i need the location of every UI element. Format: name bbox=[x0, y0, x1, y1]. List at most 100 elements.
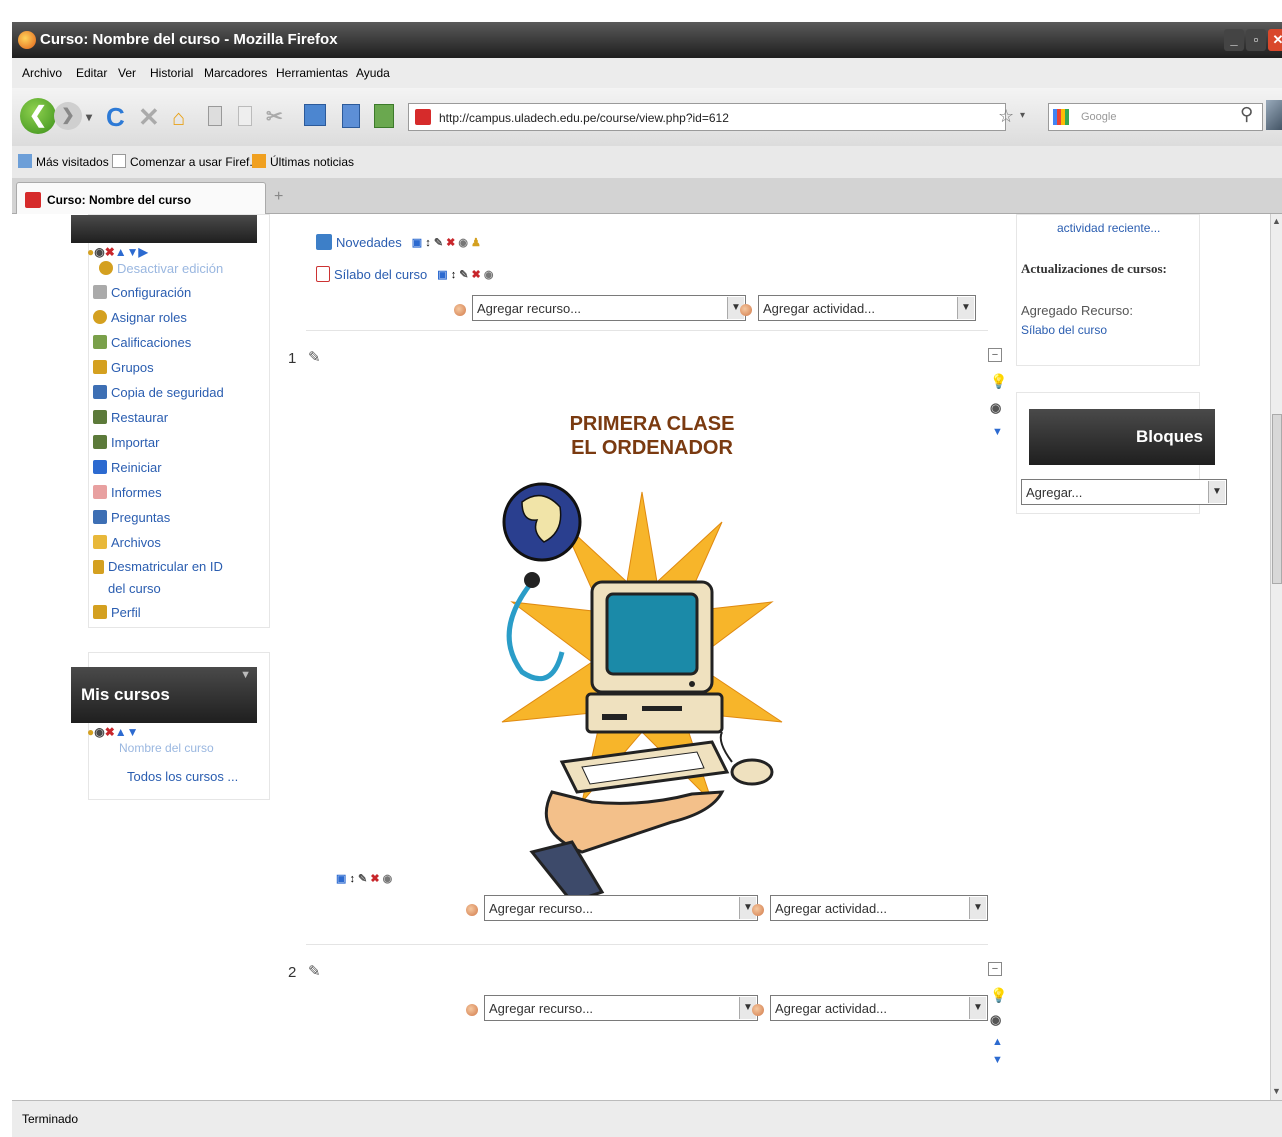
add-block-select[interactable]: Agregar... ▼ bbox=[1021, 479, 1227, 505]
admin-item-importar[interactable]: Importar bbox=[93, 431, 159, 453]
admin-item-archivos[interactable]: Archivos bbox=[93, 531, 161, 553]
hide-icon[interactable]: ◉ bbox=[458, 237, 468, 249]
minimize-button[interactable]: _ bbox=[1224, 29, 1244, 51]
indent-icon[interactable]: ▣ bbox=[412, 237, 422, 249]
hide-icon[interactable]: ◉ bbox=[383, 873, 393, 885]
section-2-collapse-icon[interactable]: − bbox=[988, 962, 1002, 976]
add-resource-select-1[interactable]: Agregar recurso... ▼ bbox=[484, 895, 758, 921]
hide-icon[interactable]: ◉ bbox=[484, 269, 494, 281]
home-icon[interactable]: ⌂ bbox=[172, 105, 185, 131]
delete-icon[interactable]: ✖ bbox=[472, 269, 481, 281]
search-icon[interactable]: ⚲ bbox=[1240, 104, 1253, 125]
section-1-collapse-icon[interactable]: − bbox=[988, 348, 1002, 362]
url-dropdown-icon[interactable]: ▾ bbox=[1020, 110, 1025, 121]
section-2-move-down-icon[interactable]: ▼ bbox=[992, 1054, 1003, 1066]
section-1-highlight-icon[interactable]: 💡 bbox=[990, 374, 1007, 390]
section-1-hide-icon[interactable]: ◉ bbox=[990, 400, 1001, 416]
forward-button[interactable]: ❯ bbox=[54, 102, 82, 130]
delete-icon[interactable]: ✖ bbox=[446, 237, 455, 249]
admin-item-calificaciones[interactable]: Calificaciones bbox=[93, 331, 191, 353]
admin-item-desmatricular[interactable]: Desmatricular en ID del curso bbox=[93, 556, 243, 600]
course-link-nombre[interactable]: Nombre del curso bbox=[119, 741, 214, 755]
menu-herramientas[interactable]: Herramientas bbox=[276, 66, 348, 80]
move-icon[interactable]: ↕ bbox=[349, 873, 355, 885]
scrollbar-thumb[interactable] bbox=[1272, 414, 1282, 584]
close-button[interactable]: ✕ bbox=[1268, 29, 1282, 51]
mc-move-icon[interactable]: ▲▼ bbox=[115, 725, 139, 739]
menu-bar: Archivo Editar Ver Historial Marcadores … bbox=[12, 58, 1282, 88]
admin-item-desactivar-edicion[interactable]: Desactivar edición bbox=[99, 257, 223, 279]
section-0: Novedades ▣ ↕ ✎ ✖ ◉ ♟ Sílabo del curso ▣… bbox=[306, 214, 986, 330]
admin-item-restaurar[interactable]: Restaurar bbox=[93, 406, 168, 428]
star-icon[interactable]: ☆ bbox=[998, 106, 1014, 127]
group-icon[interactable]: ♟ bbox=[471, 237, 481, 249]
new-tab-button[interactable]: + bbox=[274, 188, 283, 206]
bookmark-mas-visitados[interactable]: Más visitados bbox=[36, 155, 109, 169]
cut-icon[interactable]: ✂ bbox=[266, 104, 283, 129]
move-icon[interactable]: ↕ bbox=[451, 269, 457, 281]
bookmark-ultimas-noticias[interactable]: Últimas noticias bbox=[270, 155, 354, 169]
mc-delete-icon[interactable]: ✖ bbox=[105, 725, 115, 739]
admin-item-informes[interactable]: Informes bbox=[93, 481, 162, 503]
admin-item-asignar-roles[interactable]: Asignar roles bbox=[93, 306, 187, 328]
section-1-edit-icon[interactable]: ✎ bbox=[308, 348, 321, 366]
mc-hide-icon[interactable]: ◉ bbox=[94, 725, 104, 739]
recent-activity-link[interactable]: actividad reciente... bbox=[1057, 221, 1160, 235]
add-activity-select-0[interactable]: Agregar actividad... ▼ bbox=[758, 295, 976, 321]
all-courses-link[interactable]: Todos los cursos ... bbox=[127, 769, 238, 784]
admin-item-configuracion[interactable]: Configuración bbox=[93, 281, 191, 303]
unenrol-icon bbox=[93, 560, 105, 574]
silabo-link[interactable]: Sílabo del curso bbox=[334, 267, 427, 282]
add-resource-select-2[interactable]: Agregar recurso... ▼ bbox=[484, 995, 758, 1021]
copy-icon[interactable] bbox=[208, 106, 222, 126]
add-activity-select-1[interactable]: Agregar actividad... ▼ bbox=[770, 895, 988, 921]
pen-icon[interactable] bbox=[1266, 100, 1282, 130]
menu-ayuda[interactable]: Ayuda bbox=[356, 66, 390, 80]
maximize-button[interactable]: ▫ bbox=[1246, 29, 1266, 51]
admin-item-reiniciar[interactable]: Reiniciar bbox=[93, 456, 162, 478]
admin-item-grupos[interactable]: Grupos bbox=[93, 356, 154, 378]
reload-icon[interactable]: C bbox=[106, 102, 125, 133]
menu-marcadores[interactable]: Marcadores bbox=[204, 66, 267, 80]
indent-icon[interactable]: ▣ bbox=[437, 269, 447, 281]
edit-icon[interactable]: ✎ bbox=[434, 237, 443, 249]
vertical-scrollbar[interactable]: ▲ ▼ bbox=[1270, 214, 1282, 1100]
scroll-up-icon[interactable]: ▲ bbox=[1272, 216, 1281, 226]
admin-item-copia-seguridad[interactable]: Copia de seguridad bbox=[93, 381, 224, 403]
section-1-move-down-icon[interactable]: ▼ bbox=[992, 426, 1003, 438]
indent-icon[interactable]: ▣ bbox=[336, 873, 346, 885]
admin-item-perfil[interactable]: Perfil bbox=[93, 601, 141, 623]
menu-historial[interactable]: Historial bbox=[150, 66, 193, 80]
admin-item-preguntas[interactable]: Preguntas bbox=[93, 506, 170, 528]
section-2-hide-icon[interactable]: ◉ bbox=[990, 1012, 1001, 1028]
menu-archivo[interactable]: Archivo bbox=[22, 66, 62, 80]
edit-icon[interactable]: ✎ bbox=[459, 269, 468, 281]
recent-resource-link[interactable]: Sílabo del curso bbox=[1021, 323, 1107, 337]
bookmark-comenzar[interactable]: Comenzar a usar Firef... bbox=[130, 155, 259, 169]
menu-editar[interactable]: Editar bbox=[76, 66, 107, 80]
add-resource-select-0[interactable]: Agregar recurso... ▼ bbox=[472, 295, 746, 321]
search-engine-icon[interactable] bbox=[1053, 109, 1069, 125]
stop-icon[interactable]: ✕ bbox=[138, 102, 160, 133]
add-activity-select-2[interactable]: Agregar actividad... ▼ bbox=[770, 995, 988, 1021]
scroll-down-icon[interactable]: ▼ bbox=[1272, 1086, 1281, 1096]
search-input[interactable]: Google bbox=[1048, 103, 1263, 131]
download-icon[interactable] bbox=[374, 104, 394, 128]
section-2-move-up-icon[interactable]: ▲ bbox=[992, 1036, 1003, 1048]
move-icon[interactable]: ↕ bbox=[425, 237, 431, 249]
novedades-link[interactable]: Novedades bbox=[336, 235, 402, 250]
paste-icon[interactable] bbox=[238, 106, 252, 126]
tab-curso[interactable]: Curso: Nombre del curso bbox=[16, 182, 266, 214]
menu-ver[interactable]: Ver bbox=[118, 66, 136, 80]
url-bar[interactable]: http://campus.uladech.edu.pe/course/view… bbox=[408, 103, 1006, 131]
back-button[interactable]: ❮ bbox=[20, 98, 56, 134]
bookmark-icon[interactable] bbox=[342, 104, 360, 128]
new-tab-icon[interactable] bbox=[304, 104, 326, 126]
section-2-highlight-icon[interactable]: 💡 bbox=[990, 988, 1007, 1004]
my-courses-collapse-icon[interactable]: ▼ bbox=[240, 669, 251, 681]
history-dropdown-icon[interactable]: ▾ bbox=[86, 110, 92, 124]
delete-icon[interactable]: ✖ bbox=[370, 873, 379, 885]
resource-bullet-icon bbox=[454, 304, 466, 316]
edit-icon[interactable]: ✎ bbox=[358, 873, 367, 885]
section-2-edit-icon[interactable]: ✎ bbox=[308, 962, 321, 980]
